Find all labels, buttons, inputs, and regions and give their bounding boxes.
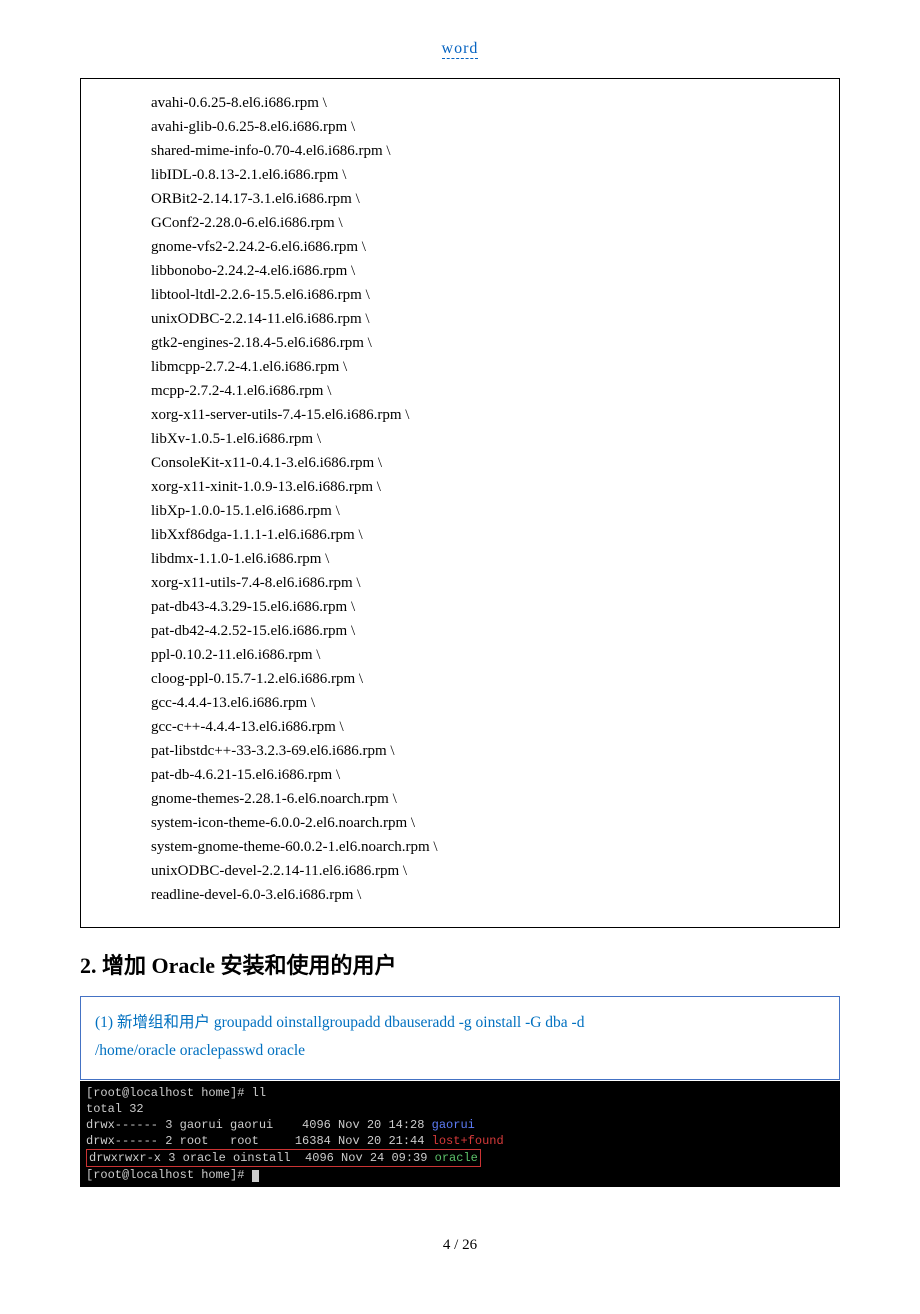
command-box: (1) 新增组和用户 groupadd oinstallgroupadd dba… [80, 996, 840, 1080]
package-line: gcc-4.4.4-13.el6.i686.rpm \ [151, 691, 829, 715]
package-line: cloog-ppl-0.15.7-1.2.el6.i686.rpm \ [151, 667, 829, 691]
package-line: unixODBC-2.2.14-11.el6.i686.rpm \ [151, 307, 829, 331]
package-line: libXxf86dga-1.1.1-1.el6.i686.rpm \ [151, 523, 829, 547]
package-line: gnome-vfs2-2.24.2-6.el6.i686.rpm \ [151, 235, 829, 259]
command-text-1: groupadd oinstallgroupadd dbauseradd -g … [214, 1014, 585, 1031]
page-number: 4 / 26 [80, 1237, 840, 1254]
header-link-text: word [442, 40, 479, 59]
terminal-line: drwx------ 3 gaorui gaorui 4096 Nov 20 1… [86, 1117, 834, 1133]
dir-name: gaorui [432, 1118, 475, 1132]
package-line: libtool-ltdl-2.2.6-15.5.el6.i686.rpm \ [151, 283, 829, 307]
cursor-icon [252, 1170, 259, 1182]
command-text-2: /home/oracle oraclepasswd oracle [95, 1037, 825, 1065]
terminal-line: total 32 [86, 1101, 834, 1117]
package-line: avahi-glib-0.6.25-8.el6.i686.rpm \ [151, 115, 829, 139]
header-link[interactable]: word [80, 40, 840, 58]
package-line: avahi-0.6.25-8.el6.i686.rpm \ [151, 91, 829, 115]
package-list-box: avahi-0.6.25-8.el6.i686.rpm \avahi-glib-… [80, 78, 840, 928]
dir-name: lost+found [432, 1134, 504, 1148]
package-line: ppl-0.10.2-11.el6.i686.rpm \ [151, 643, 829, 667]
package-line: shared-mime-info-0.70-4.el6.i686.rpm \ [151, 139, 829, 163]
package-line: system-gnome-theme-60.0.2-1.el6.noarch.r… [151, 835, 829, 859]
dir-name: oracle [435, 1151, 478, 1165]
terminal-line-highlighted: drwxrwxr-x 3 oracle oinstall 4096 Nov 24… [86, 1149, 481, 1167]
package-line: readline-devel-6.0-3.el6.i686.rpm \ [151, 883, 829, 907]
package-line: system-icon-theme-6.0.0-2.el6.noarch.rpm… [151, 811, 829, 835]
terminal-line: [root@localhost home]# ll [86, 1085, 834, 1101]
package-line: libXv-1.0.5-1.el6.i686.rpm \ [151, 427, 829, 451]
package-line: mcpp-2.7.2-4.1.el6.i686.rpm \ [151, 379, 829, 403]
package-line: libbonobo-2.24.2-4.el6.i686.rpm \ [151, 259, 829, 283]
package-line: pat-db-4.6.21-15.el6.i686.rpm \ [151, 763, 829, 787]
package-line: libXp-1.0.0-15.1.el6.i686.rpm \ [151, 499, 829, 523]
package-line: xorg-x11-server-utils-7.4-15.el6.i686.rp… [151, 403, 829, 427]
package-line: libmcpp-2.7.2-4.1.el6.i686.rpm \ [151, 355, 829, 379]
package-line: libdmx-1.1.0-1.el6.i686.rpm \ [151, 547, 829, 571]
package-line: pat-db42-4.2.52-15.el6.i686.rpm \ [151, 619, 829, 643]
package-line: ConsoleKit-x11-0.4.1-3.el6.i686.rpm \ [151, 451, 829, 475]
package-line: GConf2-2.28.0-6.el6.i686.rpm \ [151, 211, 829, 235]
package-line: ORBit2-2.14.17-3.1.el6.i686.rpm \ [151, 187, 829, 211]
package-line: gnome-themes-2.28.1-6.el6.noarch.rpm \ [151, 787, 829, 811]
section-heading: 2. 增加 Oracle 安装和使用的用户 [80, 948, 840, 980]
command-label: 新增组和用户 [113, 1014, 214, 1031]
package-line: pat-libstdc++-33-3.2.3-69.el6.i686.rpm \ [151, 739, 829, 763]
terminal-output: [root@localhost home]# ll total 32 drwx-… [80, 1081, 840, 1187]
package-line: unixODBC-devel-2.2.14-11.el6.i686.rpm \ [151, 859, 829, 883]
package-line: xorg-x11-xinit-1.0.9-13.el6.i686.rpm \ [151, 475, 829, 499]
command-number: (1) [95, 1014, 113, 1031]
package-line: gcc-c++-4.4.4-13.el6.i686.rpm \ [151, 715, 829, 739]
package-line: libIDL-0.8.13-2.1.el6.i686.rpm \ [151, 163, 829, 187]
package-line: gtk2-engines-2.18.4-5.el6.i686.rpm \ [151, 331, 829, 355]
terminal-line: drwx------ 2 root root 16384 Nov 20 21:4… [86, 1133, 834, 1149]
terminal-line: [root@localhost home]# [86, 1167, 834, 1183]
package-line: pat-db43-4.3.29-15.el6.i686.rpm \ [151, 595, 829, 619]
package-line: xorg-x11-utils-7.4-8.el6.i686.rpm \ [151, 571, 829, 595]
